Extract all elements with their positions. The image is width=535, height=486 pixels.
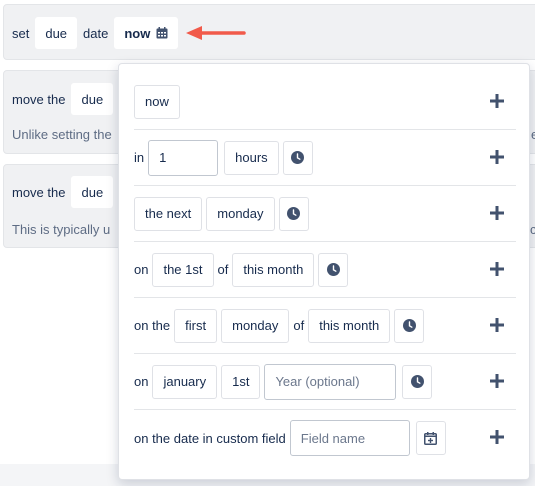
custom-field-picker-button[interactable]: [415, 421, 446, 455]
description-text-2: This is typically u: [12, 222, 111, 237]
date-label: date: [83, 25, 109, 41]
of-label: of: [217, 262, 229, 277]
clock-icon: [410, 375, 424, 388]
plus-icon[interactable]: [490, 150, 504, 164]
of-label: of: [293, 318, 305, 333]
option-row-specific-date[interactable]: on january 1st Year (optional): [134, 354, 516, 410]
move-label-2: move the: [12, 184, 66, 200]
calendar-plus-icon: [424, 431, 438, 445]
day-select[interactable]: 1st: [221, 364, 261, 399]
option-row-day-of-month[interactable]: on the 1st of this month: [134, 242, 516, 298]
time-button[interactable]: [282, 140, 313, 175]
date-options-popover: now in 1 hours the next monday on the 1s…: [118, 63, 530, 480]
weekday-select[interactable]: monday: [206, 196, 275, 231]
weekday-select[interactable]: monday: [221, 308, 290, 343]
amount-input[interactable]: 1: [148, 139, 219, 176]
on-label: on: [134, 374, 149, 389]
period-select[interactable]: this month: [308, 308, 391, 343]
description-text-trail: e: [531, 127, 535, 142]
clock-icon: [287, 207, 301, 220]
due-field-chip[interactable]: due: [35, 17, 78, 49]
ordinal-select[interactable]: first: [174, 308, 218, 343]
plus-icon[interactable]: [490, 94, 504, 108]
plus-icon[interactable]: [490, 206, 504, 220]
option-row-custom-field[interactable]: on the date in custom field Field name: [134, 410, 516, 466]
plus-icon[interactable]: [490, 430, 504, 444]
move-due-row-2: move the due: [12, 176, 119, 208]
on-label: on: [134, 262, 149, 277]
highlight-arrow-icon: [186, 26, 246, 40]
description-text: Unlike setting the: [12, 127, 112, 142]
plus-icon[interactable]: [490, 318, 504, 332]
option-row-now[interactable]: now: [134, 74, 516, 130]
option-row-next[interactable]: the next monday: [134, 186, 516, 242]
custom-field-label: on the date in custom field: [134, 430, 286, 446]
due-field-chip-3[interactable]: due: [71, 176, 114, 208]
set-due-row: set due date now: [12, 17, 184, 49]
ordinal-select[interactable]: the 1st: [152, 252, 214, 287]
calendar-icon: [156, 27, 168, 39]
date-value-button[interactable]: now: [114, 17, 179, 49]
move-label: move the: [12, 91, 66, 107]
month-select[interactable]: january: [152, 364, 218, 399]
period-select[interactable]: this month: [232, 252, 315, 287]
the-next-select[interactable]: the next: [134, 196, 203, 231]
year-input[interactable]: Year (optional): [264, 363, 397, 400]
field-name-input[interactable]: Field name: [289, 420, 410, 456]
option-row-weekday-of-month[interactable]: on the first monday of this month: [134, 298, 516, 354]
clock-icon: [402, 319, 416, 332]
due-field-chip-2[interactable]: due: [71, 83, 114, 115]
description-text-2-trail: c: [530, 222, 535, 237]
now-button[interactable]: now: [134, 84, 180, 119]
time-button[interactable]: [402, 364, 433, 399]
clock-icon: [291, 151, 305, 164]
set-label: set: [12, 25, 30, 41]
date-value-label: now: [124, 25, 151, 41]
in-label: in: [134, 150, 145, 165]
time-button[interactable]: [318, 252, 349, 287]
move-due-row-1: move the due: [12, 83, 119, 115]
time-button[interactable]: [278, 196, 309, 231]
clock-icon: [326, 263, 340, 276]
time-button[interactable]: [394, 308, 425, 343]
plus-icon[interactable]: [490, 374, 504, 388]
plus-icon[interactable]: [490, 262, 504, 276]
option-row-in[interactable]: in 1 hours: [134, 130, 516, 186]
on-the-label: on the: [134, 318, 171, 333]
unit-select[interactable]: hours: [224, 140, 279, 175]
